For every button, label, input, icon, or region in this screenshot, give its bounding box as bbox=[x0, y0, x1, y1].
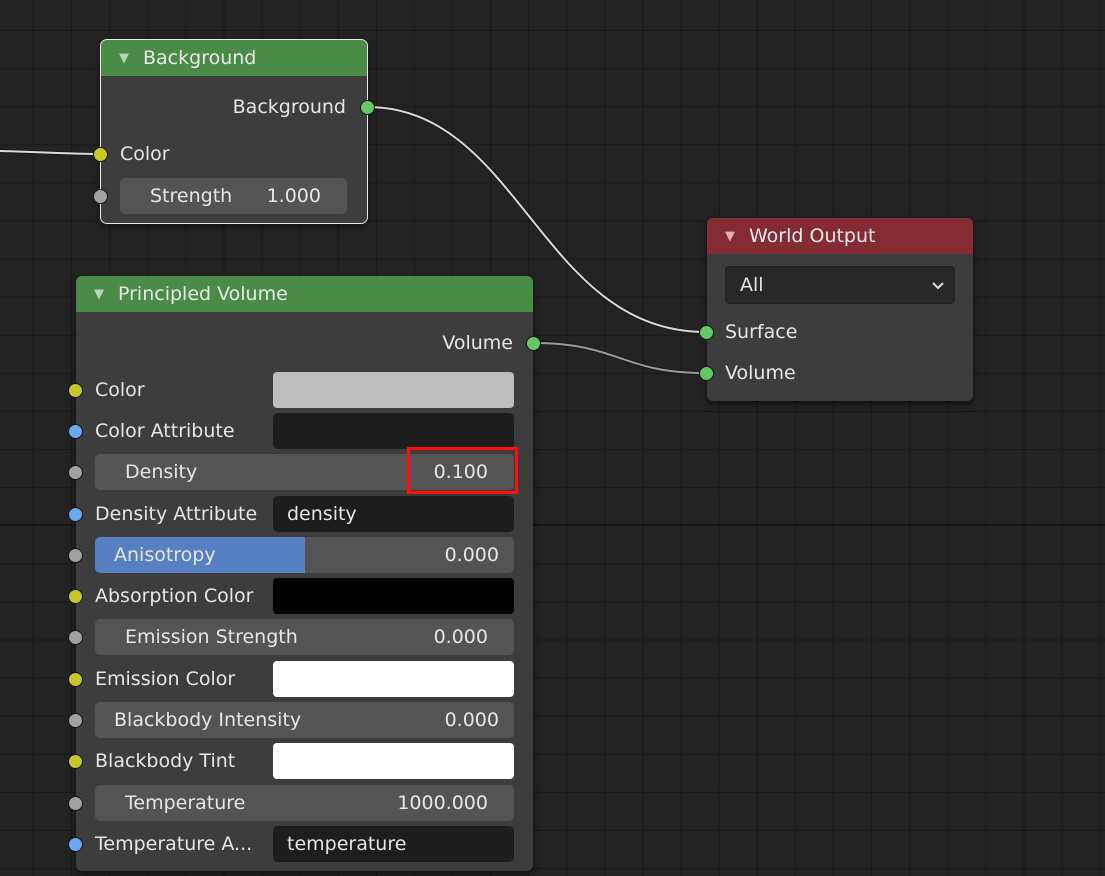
blackbody-tint-label: Blackbody Tint bbox=[95, 750, 236, 772]
temperature-socket[interactable] bbox=[68, 795, 83, 811]
background-strength-socket[interactable] bbox=[93, 188, 108, 204]
strength-field[interactable]: Strength 1.000 bbox=[120, 178, 347, 214]
blackbody-tint-socket[interactable] bbox=[68, 753, 83, 769]
emission-strength-socket[interactable] bbox=[68, 629, 83, 645]
volume-output-row: Volume bbox=[76, 325, 541, 361]
volume-output-label: Volume bbox=[442, 332, 513, 354]
emission-color-socket[interactable] bbox=[68, 671, 83, 687]
anisotropy-label: Anisotropy bbox=[114, 544, 216, 566]
background-color-label: Color bbox=[120, 143, 170, 165]
background-node[interactable]: ▼ Background Background Color Strength 1… bbox=[93, 39, 375, 224]
temperature-attribute-socket[interactable] bbox=[68, 836, 83, 852]
absorption-color-socket[interactable] bbox=[68, 588, 83, 604]
world-output-surface-row: Surface bbox=[699, 314, 973, 350]
world-output-volume-row: Volume bbox=[699, 355, 973, 391]
temperature-label: Temperature bbox=[125, 792, 246, 814]
emission-strength-value: 0.000 bbox=[433, 626, 488, 648]
anisotropy-socket[interactable] bbox=[68, 547, 83, 563]
principled-volume-node-title: Principled Volume bbox=[118, 283, 288, 305]
link-volume-to-volume-core bbox=[532, 342, 707, 374]
link-external-to-color[interactable] bbox=[0, 149, 101, 156]
blackbody-intensity-value: 0.000 bbox=[444, 709, 499, 731]
emission-strength-field[interactable]: Emission Strength 0.000 bbox=[95, 619, 514, 655]
target-dropdown[interactable]: All bbox=[725, 266, 955, 304]
color-label: Color bbox=[95, 379, 145, 401]
density-attribute-label: Density Attribute bbox=[95, 503, 258, 525]
density-value: 0.100 bbox=[433, 461, 488, 483]
background-output-label: Background bbox=[232, 96, 346, 118]
background-output-row: Background bbox=[101, 89, 375, 125]
density-label: Density bbox=[125, 461, 198, 483]
emission-color-swatch[interactable] bbox=[273, 661, 514, 697]
density-attribute-input[interactable]: density bbox=[273, 496, 514, 532]
emission-color-label: Emission Color bbox=[95, 668, 236, 690]
background-node-header[interactable]: ▼ Background bbox=[101, 40, 367, 76]
density-socket[interactable] bbox=[68, 464, 83, 480]
color-swatch[interactable] bbox=[273, 372, 514, 408]
temperature-field[interactable]: Temperature 1000.000 bbox=[95, 785, 514, 821]
blackbody-intensity-slider[interactable]: Blackbody Intensity 0.000 bbox=[95, 702, 514, 738]
blackbody-intensity-socket[interactable] bbox=[68, 712, 83, 728]
anisotropy-value: 0.000 bbox=[444, 544, 499, 566]
absorption-color-label: Absorption Color bbox=[95, 585, 254, 607]
temperature-attribute-value: temperature bbox=[287, 833, 407, 855]
emission-strength-label: Emission Strength bbox=[125, 626, 298, 648]
color-attribute-label: Color Attribute bbox=[95, 420, 235, 442]
volume-input-socket[interactable] bbox=[699, 365, 714, 381]
world-output-node[interactable]: ▼ World Output All Surface Volume bbox=[699, 218, 973, 401]
background-node-title: Background bbox=[143, 47, 257, 69]
world-output-node-header[interactable]: ▼ World Output bbox=[707, 218, 973, 254]
collapse-triangle-icon[interactable]: ▼ bbox=[119, 51, 129, 66]
absorption-color-swatch[interactable] bbox=[273, 578, 514, 614]
temperature-attribute-label: Temperature A... bbox=[95, 833, 253, 855]
principled-volume-node-header[interactable]: ▼ Principled Volume bbox=[76, 276, 533, 312]
volume-input-label: Volume bbox=[725, 362, 796, 384]
volume-output-socket[interactable] bbox=[526, 335, 541, 351]
background-color-row: Color bbox=[93, 136, 367, 172]
anisotropy-slider[interactable]: Anisotropy 0.000 bbox=[95, 537, 514, 573]
temperature-value: 1000.000 bbox=[397, 792, 488, 814]
collapse-triangle-icon[interactable]: ▼ bbox=[94, 287, 104, 302]
strength-value: 1.000 bbox=[266, 185, 321, 207]
density-attribute-value: density bbox=[287, 503, 357, 525]
world-output-node-title: World Output bbox=[749, 225, 876, 247]
temperature-attribute-input[interactable]: temperature bbox=[273, 826, 514, 862]
color-attribute-socket[interactable] bbox=[68, 423, 83, 439]
density-attribute-socket[interactable] bbox=[68, 506, 83, 522]
color-socket[interactable] bbox=[68, 382, 83, 398]
collapse-triangle-icon[interactable]: ▼ bbox=[725, 229, 735, 244]
target-dropdown-value: All bbox=[740, 274, 764, 296]
blackbody-tint-swatch[interactable] bbox=[273, 743, 514, 779]
principled-volume-node[interactable]: ▼ Principled Volume Volume Color Color A… bbox=[68, 276, 541, 871]
surface-input-label: Surface bbox=[725, 321, 798, 343]
blackbody-intensity-label: Blackbody Intensity bbox=[114, 709, 302, 731]
background-output-socket[interactable] bbox=[360, 99, 375, 115]
background-color-socket[interactable] bbox=[93, 146, 108, 162]
strength-label: Strength bbox=[150, 185, 233, 207]
chevron-down-icon bbox=[932, 282, 944, 290]
color-attribute-input[interactable] bbox=[273, 413, 514, 449]
density-field[interactable]: Density 0.100 bbox=[95, 454, 514, 490]
surface-input-socket[interactable] bbox=[699, 324, 714, 340]
link-volume-to-volume[interactable] bbox=[532, 341, 707, 375]
link-external-to-color-core bbox=[0, 150, 101, 155]
